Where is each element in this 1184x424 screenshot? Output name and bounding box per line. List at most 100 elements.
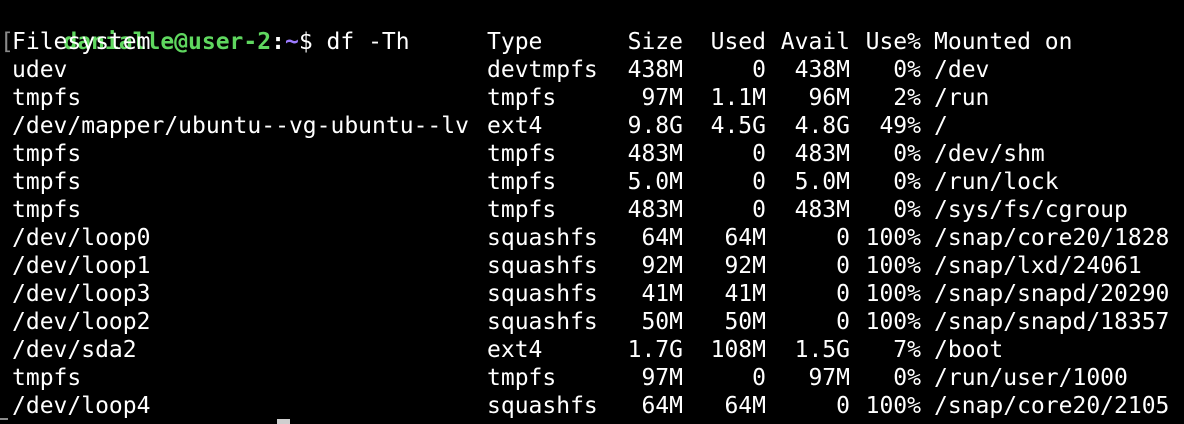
- cell-used: 0: [752, 365, 766, 391]
- cell-mounted-on: /snap/core20/2105: [934, 393, 1170, 419]
- cell-filesystem: tmpfs: [12, 85, 82, 111]
- cell-mounted-on: /sys/fs/cgroup: [934, 197, 1128, 223]
- table-row: /dev/loop1 squashfs 92M 92M 0 100% /snap/lxd/2…: [0, 252, 1184, 280]
- cell-mounted-on: /run/lock: [934, 169, 1059, 195]
- cell-mounted-on: /: [934, 113, 948, 139]
- cell-filesystem: tmpfs: [12, 169, 82, 195]
- cell-type: tmpfs: [487, 85, 557, 111]
- cell-size: 483M: [627, 141, 683, 167]
- cell-avail: 0: [836, 253, 850, 279]
- table-row: tmpfs tmpfs 5.0M 0 5.0M 0% /run/lock: [0, 168, 1184, 196]
- cell-avail: 5.0M: [794, 169, 850, 195]
- cell-mounted-on: /dev: [934, 57, 990, 83]
- cell-mounted-on: /snap/lxd/24061: [934, 253, 1142, 279]
- cell-used: 108M: [710, 337, 766, 363]
- cell-use-percent: 100%: [865, 309, 921, 335]
- command-prompt-line: [danialle@user-2:~$ df -Th: [0, 0, 410, 55]
- cell-used: 1.1M: [710, 85, 766, 111]
- header-use-percent: Use%: [865, 29, 921, 55]
- cell-used: 0: [752, 57, 766, 83]
- cell-filesystem: udev: [12, 57, 68, 83]
- cell-filesystem: tmpfs: [12, 141, 82, 167]
- table-row: /dev/loop0 squashfs 64M 64M 0 100% /snap/core2…: [0, 224, 1184, 252]
- cell-avail: 483M: [794, 197, 850, 223]
- header-size: Size: [627, 29, 683, 55]
- cell-mounted-on: /dev/shm: [934, 141, 1045, 167]
- header-type: Type: [487, 29, 543, 55]
- cell-avail: 483M: [794, 141, 850, 167]
- cell-use-percent: 0%: [893, 197, 921, 223]
- cell-avail: 97M: [808, 365, 850, 391]
- cell-use-percent: 100%: [865, 253, 921, 279]
- table-row: tmpfs tmpfs 97M 1.1M 96M 2% /run: [0, 84, 1184, 112]
- cell-avail: 0: [836, 309, 850, 335]
- cell-used: 4.5G: [710, 113, 766, 139]
- cell-type: ext4: [487, 337, 543, 363]
- cell-use-percent: 100%: [865, 393, 921, 419]
- table-row: tmpfs tmpfs 97M 0 97M 0% /run/user/1000: [0, 364, 1184, 392]
- cell-avail: 0: [836, 281, 850, 307]
- header-used: Used: [710, 29, 766, 55]
- cell-size: 1.7G: [627, 337, 683, 363]
- cell-avail: 4.8G: [794, 113, 850, 139]
- cell-use-percent: 49%: [879, 113, 921, 139]
- cell-filesystem: /dev/sda2: [12, 337, 137, 363]
- cell-type: devtmpfs: [487, 57, 598, 83]
- cell-use-percent: 0%: [893, 57, 921, 83]
- cell-size: 64M: [641, 225, 683, 251]
- cell-used: 64M: [724, 393, 766, 419]
- cell-used: 50M: [724, 309, 766, 335]
- cell-type: tmpfs: [487, 365, 557, 391]
- cell-filesystem: /dev/mapper/ubuntu--vg-ubuntu--lv: [12, 113, 469, 139]
- cell-use-percent: 2%: [893, 85, 921, 111]
- cell-size: 438M: [627, 57, 683, 83]
- cell-type: tmpfs: [487, 197, 557, 223]
- table-row: tmpfs tmpfs 483M 0 483M 0% /dev/shm: [0, 140, 1184, 168]
- terminal-cursor: [277, 419, 290, 424]
- table-header-row: Filesystem Type Size Used Avail Use% Mou…: [0, 28, 1184, 56]
- table-row: udev devtmpfs 438M 0 438M 0% /dev: [0, 56, 1184, 84]
- table-row: tmpfs tmpfs 483M 0 483M 0% /sys/fs/cgroup: [0, 196, 1184, 224]
- cell-filesystem: tmpfs: [12, 197, 82, 223]
- cell-filesystem: tmpfs: [12, 365, 82, 391]
- cell-type: ext4: [487, 113, 543, 139]
- table-row: /dev/mapper/ubuntu--vg-ubuntu--lv ext4 9.8…: [0, 112, 1184, 140]
- cell-use-percent: 0%: [893, 141, 921, 167]
- terminal-window[interactable]: [danialle@user-2:~$ df -Th Filesystem Ty…: [0, 0, 1184, 424]
- cell-use-percent: 100%: [865, 281, 921, 307]
- cell-mounted-on: /snap/snapd/18357: [934, 309, 1170, 335]
- cell-type: tmpfs: [487, 169, 557, 195]
- cell-filesystem: /dev/loop3: [12, 281, 151, 307]
- cell-type: squashfs: [487, 281, 598, 307]
- header-mounted-on: Mounted on: [934, 29, 1073, 55]
- cell-use-percent: 0%: [893, 365, 921, 391]
- cell-filesystem: /dev/loop0: [12, 225, 151, 251]
- cell-size: 483M: [627, 197, 683, 223]
- header-avail: Avail: [780, 29, 850, 55]
- cell-type: squashfs: [487, 309, 598, 335]
- cell-use-percent: 7%: [893, 337, 921, 363]
- cell-mounted-on: /boot: [934, 337, 1004, 363]
- table-row: /dev/loop3 squashfs 41M 41M 0 100% /snap/snapd…: [0, 280, 1184, 308]
- cell-size: 64M: [641, 393, 683, 419]
- cell-used: 64M: [724, 225, 766, 251]
- cell-type: squashfs: [487, 225, 598, 251]
- cell-avail: 96M: [808, 85, 850, 111]
- cell-mounted-on: /run/user/1000: [934, 365, 1128, 391]
- cell-size: 41M: [641, 281, 683, 307]
- cell-used: 0: [752, 169, 766, 195]
- cell-size: 5.0M: [627, 169, 683, 195]
- header-filesystem: Filesystem: [12, 29, 151, 55]
- cell-use-percent: 100%: [865, 225, 921, 251]
- cell-mounted-on: /snap/core20/1828: [934, 225, 1170, 251]
- cell-used: 0: [752, 141, 766, 167]
- cell-use-percent: 0%: [893, 169, 921, 195]
- cell-avail: 1.5G: [794, 337, 850, 363]
- cell-size: 92M: [641, 253, 683, 279]
- cell-type: squashfs: [487, 253, 598, 279]
- cell-type: squashfs: [487, 393, 598, 419]
- table-row: /dev/loop4 squashfs 64M 64M 0 100% /snap/core2…: [0, 392, 1184, 420]
- cell-avail: 0: [836, 393, 850, 419]
- cell-used: 92M: [724, 253, 766, 279]
- cell-used: 0: [752, 197, 766, 223]
